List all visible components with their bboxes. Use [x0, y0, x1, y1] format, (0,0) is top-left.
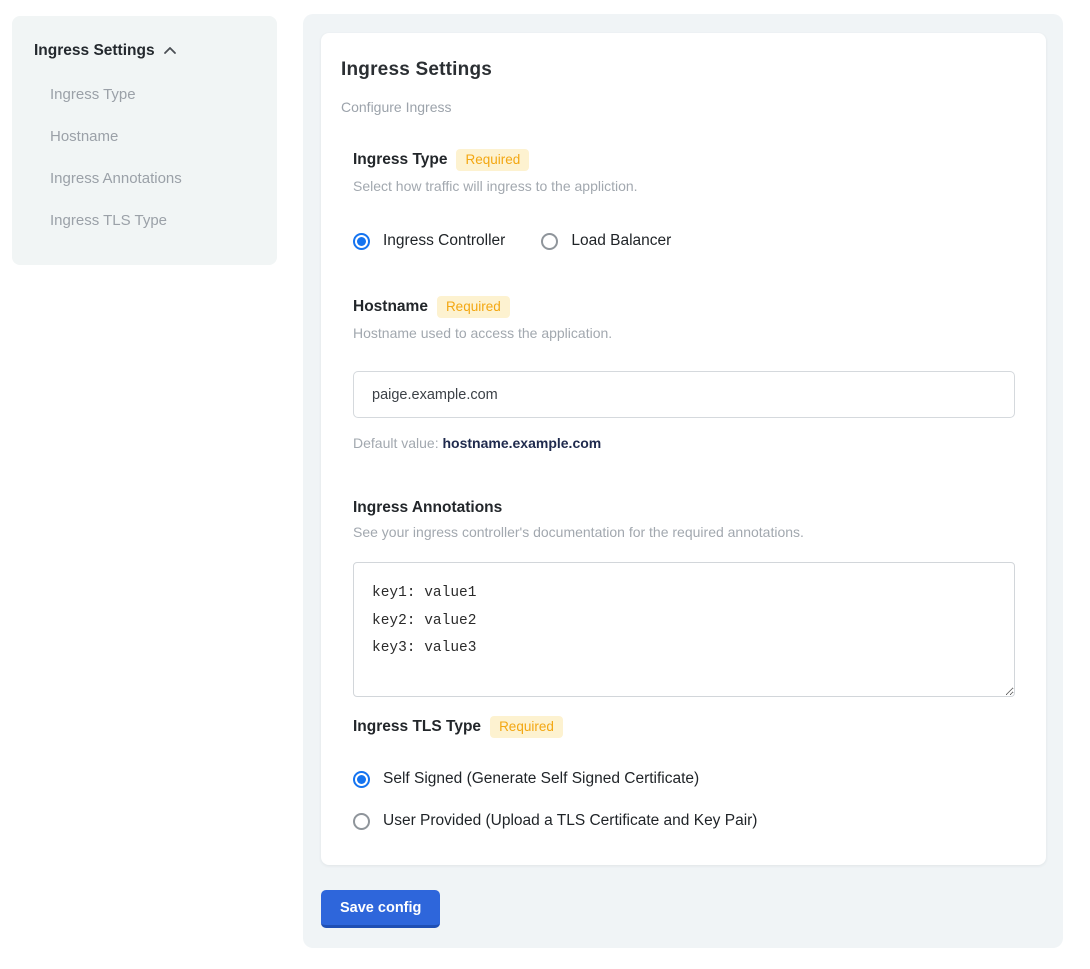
hostname-input[interactable] — [353, 371, 1015, 418]
section-ingress-tls-type: Ingress TLS Type Required Self Signed (G… — [353, 716, 1015, 830]
sidebar-section-header[interactable]: Ingress Settings — [34, 42, 257, 60]
page-title: Ingress Settings — [341, 59, 1026, 81]
section-hostname: Hostname Required Hostname used to acces… — [353, 296, 1015, 451]
radio-ingress-controller-label: Ingress Controller — [383, 232, 505, 250]
ingress-type-label: Ingress Type — [353, 151, 447, 169]
radio-user-provided-label: User Provided (Upload a TLS Certificate … — [383, 812, 757, 830]
sidebar-item-ingress-type[interactable]: Ingress Type — [50, 86, 257, 103]
radio-self-signed[interactable]: Self Signed (Generate Self Signed Certif… — [353, 770, 1015, 788]
ingress-settings-card: Ingress Settings Configure Ingress Ingre… — [321, 33, 1046, 865]
sidebar-item-ingress-annotations[interactable]: Ingress Annotations — [50, 170, 257, 187]
hostname-default-line: Default value: hostname.example.com — [353, 435, 1015, 451]
ingress-type-description: Select how traffic will ingress to the a… — [353, 178, 1015, 194]
ingress-type-radio-group: Ingress Controller Load Balancer — [353, 232, 1015, 250]
hostname-label: Hostname — [353, 298, 428, 316]
radio-load-balancer-label: Load Balancer — [571, 232, 671, 250]
ingress-settings-panel: Ingress Settings Configure Ingress Ingre… — [303, 14, 1063, 948]
default-value-text: hostname.example.com — [443, 435, 602, 451]
ingress-tls-type-label: Ingress TLS Type — [353, 718, 481, 736]
sidebar-item-ingress-tls-type[interactable]: Ingress TLS Type — [50, 212, 257, 229]
save-config-button[interactable]: Save config — [321, 890, 440, 928]
ingress-tls-type-radio-group: Self Signed (Generate Self Signed Certif… — [353, 770, 1015, 830]
sidebar-nav: Ingress Type Hostname Ingress Annotation… — [34, 86, 257, 229]
required-badge: Required — [437, 296, 510, 318]
radio-unselected-icon — [353, 813, 370, 830]
radio-load-balancer[interactable]: Load Balancer — [541, 232, 671, 250]
radio-unselected-icon — [541, 233, 558, 250]
section-ingress-type: Ingress Type Required Select how traffic… — [353, 149, 1015, 250]
page-subtitle: Configure Ingress — [341, 99, 1026, 115]
settings-sidebar: Ingress Settings Ingress Type Hostname I… — [12, 16, 277, 265]
ingress-annotations-textarea[interactable]: key1: value1 key2: value2 key3: value3 — [353, 562, 1015, 697]
sidebar-item-hostname[interactable]: Hostname — [50, 128, 257, 145]
required-badge: Required — [456, 149, 529, 171]
ingress-annotations-label: Ingress Annotations — [353, 499, 502, 517]
ingress-annotations-description: See your ingress controller's documentat… — [353, 524, 1015, 540]
hostname-description: Hostname used to access the application. — [353, 325, 1015, 341]
chevron-up-icon[interactable] — [163, 44, 177, 58]
radio-self-signed-label: Self Signed (Generate Self Signed Certif… — [383, 770, 699, 788]
radio-selected-icon — [353, 233, 370, 250]
radio-ingress-controller[interactable]: Ingress Controller — [353, 232, 505, 250]
sidebar-section-title: Ingress Settings — [34, 42, 155, 60]
required-badge: Required — [490, 716, 563, 738]
section-ingress-annotations: Ingress Annotations See your ingress con… — [353, 499, 1015, 702]
radio-selected-icon — [353, 771, 370, 788]
radio-user-provided[interactable]: User Provided (Upload a TLS Certificate … — [353, 812, 1015, 830]
default-value-prefix: Default value: — [353, 435, 443, 451]
